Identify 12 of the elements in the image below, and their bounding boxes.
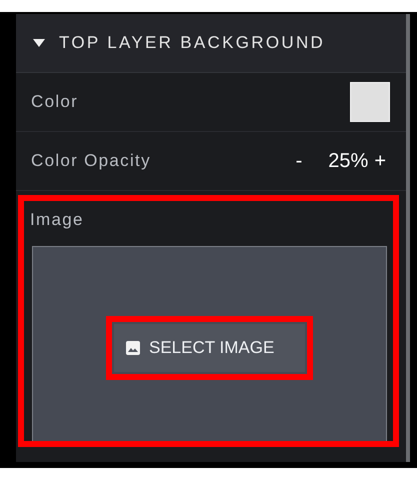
image-label: Image: [30, 210, 85, 230]
section-header[interactable]: TOP LAYER BACKGROUND: [16, 14, 406, 73]
opacity-value: 25%: [328, 150, 368, 172]
increment-button[interactable]: +: [370, 150, 390, 172]
opacity-label: Color Opacity: [31, 151, 152, 171]
color-swatch[interactable]: [350, 82, 390, 122]
decrement-button[interactable]: -: [292, 150, 306, 172]
select-image-button[interactable]: SELECT IMAGE: [114, 324, 305, 372]
color-label: Color: [31, 92, 80, 112]
section-title: TOP LAYER BACKGROUND: [59, 33, 326, 53]
image-drop-area[interactable]: SELECT IMAGE: [32, 246, 387, 441]
image-icon: [126, 341, 140, 355]
